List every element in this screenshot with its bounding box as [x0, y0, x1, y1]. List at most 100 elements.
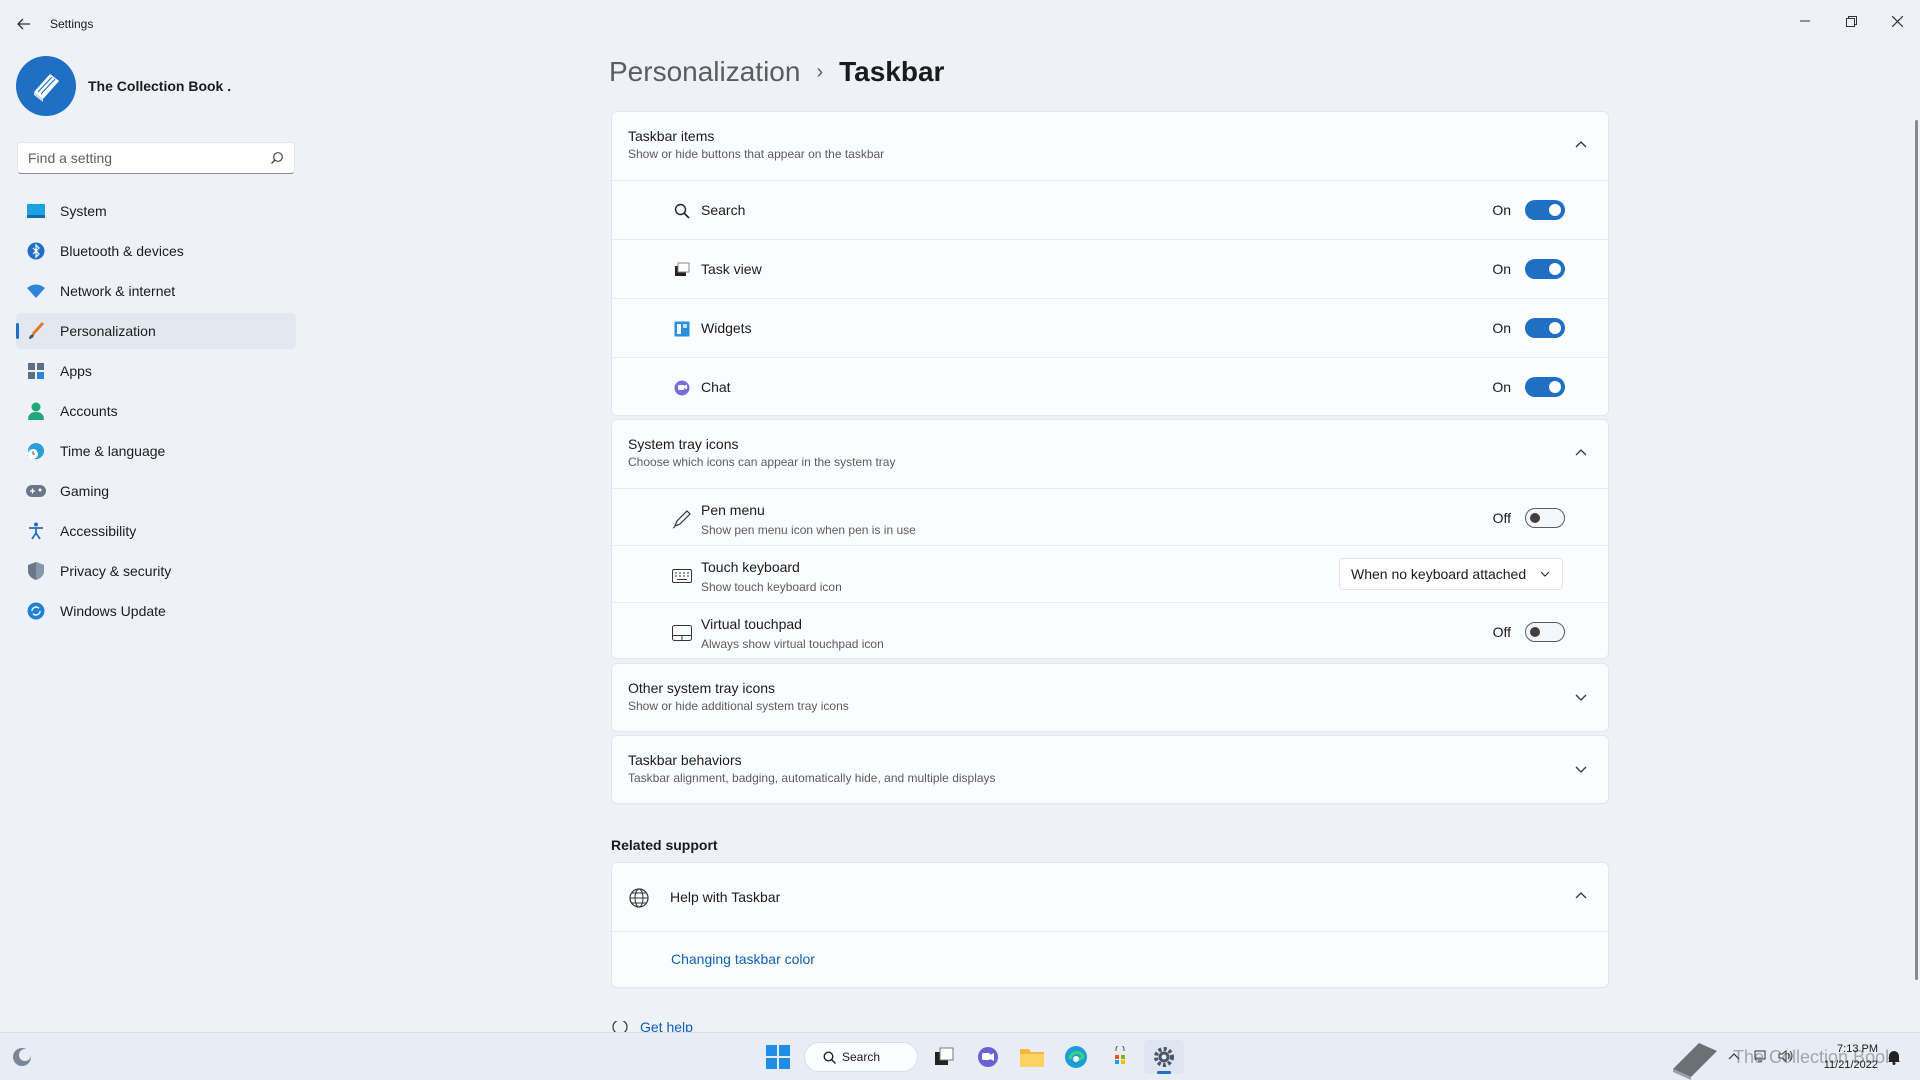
edge-button[interactable]: [1056, 1040, 1096, 1074]
weather-icon[interactable]: [10, 1045, 34, 1069]
scrollbar[interactable]: [1915, 120, 1918, 980]
setting-row-task-view: Task view On: [612, 239, 1608, 298]
toggle-state: Off: [1492, 624, 1511, 640]
breadcrumb: Personalization › Taskbar: [609, 56, 944, 88]
sidebar-item-windows-update[interactable]: Windows Update: [16, 593, 296, 629]
sidebar-item-personalization[interactable]: Personalization: [16, 313, 296, 349]
brush-icon: [26, 321, 46, 341]
sidebar-item-accounts[interactable]: Accounts: [16, 393, 296, 429]
other-tray-header[interactable]: Other system tray icons Show or hide add…: [612, 664, 1608, 732]
setting-description: Always show virtual touchpad icon: [701, 637, 884, 651]
chevron-up-icon[interactable]: [1574, 138, 1588, 152]
setting-row-search: Search On: [612, 180, 1608, 239]
search-icon: [823, 1050, 836, 1064]
sidebar-item-label: Accessibility: [60, 523, 137, 539]
page-title: Taskbar: [839, 56, 945, 87]
setting-label: Search: [701, 202, 746, 218]
sidebar-item-system[interactable]: System: [16, 193, 296, 229]
chat-button[interactable]: [968, 1040, 1008, 1074]
chevron-up-icon[interactable]: [1728, 1051, 1740, 1061]
shield-icon: [26, 561, 46, 581]
sidebar-item-accessibility[interactable]: Accessibility: [16, 513, 296, 549]
taskbar-clock[interactable]: 7:13 PM 11/21/2022: [1812, 1041, 1878, 1073]
file-explorer-button[interactable]: [1012, 1040, 1052, 1074]
profile-name: The Collection Book .: [88, 78, 232, 94]
search-box[interactable]: [17, 142, 295, 174]
other-tray-section[interactable]: Other system tray icons Show or hide add…: [611, 663, 1609, 732]
back-button[interactable]: [12, 12, 36, 36]
volume-icon[interactable]: [1778, 1049, 1794, 1063]
close-button[interactable]: [1874, 6, 1920, 36]
chat-icon: [672, 378, 692, 398]
sidebar-item-network[interactable]: Network & internet: [16, 273, 296, 309]
taskbar-behaviors-section[interactable]: Taskbar behaviors Taskbar alignment, bad…: [611, 735, 1609, 804]
toggle-state: On: [1492, 379, 1511, 395]
pen-icon: [672, 509, 692, 529]
touch-keyboard-dropdown[interactable]: When no keyboard attached: [1339, 558, 1563, 590]
system-tray-header[interactable]: System tray icons Choose which icons can…: [612, 420, 1608, 488]
chevron-up-icon[interactable]: [1574, 446, 1588, 460]
toggle-state: On: [1492, 261, 1511, 277]
task-view-toggle[interactable]: [1525, 259, 1565, 279]
setting-description: Show pen menu icon when pen is in use: [701, 523, 916, 537]
store-icon: [1111, 1046, 1129, 1067]
setting-row-pen-menu: Pen menu Show pen menu icon when pen is …: [612, 488, 1608, 545]
toggle-state: On: [1492, 320, 1511, 336]
taskbar-behaviors-header[interactable]: Taskbar behaviors Taskbar alignment, bad…: [612, 736, 1608, 804]
setting-label: Widgets: [701, 320, 752, 336]
sidebar-item-time-language[interactable]: Time & language: [16, 433, 296, 469]
sidebar-item-bluetooth[interactable]: Bluetooth & devices: [16, 233, 296, 269]
setting-row-touch-keyboard: Touch keyboard Show touch keyboard icon …: [612, 545, 1608, 602]
restore-button[interactable]: [1828, 6, 1874, 36]
pen-menu-toggle[interactable]: [1525, 508, 1565, 528]
breadcrumb-separator: ›: [816, 60, 824, 83]
sidebar-item-label: Personalization: [60, 323, 156, 339]
sidebar-item-label: Windows Update: [60, 603, 166, 619]
gear-icon: [1154, 1047, 1174, 1067]
sidebar-item-apps[interactable]: Apps: [16, 353, 296, 389]
account-icon: [26, 401, 46, 421]
start-button[interactable]: [758, 1040, 798, 1074]
breadcrumb-parent[interactable]: Personalization: [609, 56, 800, 88]
chevron-down-icon[interactable]: [1574, 690, 1588, 704]
book-logo-icon: [34, 74, 59, 102]
widgets-toggle[interactable]: [1525, 318, 1565, 338]
search-icon[interactable]: [270, 151, 284, 165]
sidebar-item-gaming[interactable]: Gaming: [16, 473, 296, 509]
store-button[interactable]: [1100, 1040, 1140, 1074]
taskbar-items-header[interactable]: Taskbar items Show or hide buttons that …: [612, 112, 1608, 180]
virtual-touchpad-toggle[interactable]: [1525, 622, 1565, 642]
apps-icon: [26, 361, 46, 381]
chevron-up-icon[interactable]: [1574, 889, 1588, 903]
notification-bell-icon[interactable]: [1886, 1049, 1902, 1065]
minimize-button[interactable]: [1782, 6, 1828, 36]
help-section: Help with Taskbar: [611, 862, 1609, 988]
minimize-icon: [1800, 20, 1810, 22]
network-icon[interactable]: [1754, 1049, 1770, 1063]
sidebar-item-label: Bluetooth & devices: [60, 243, 184, 259]
widgets-icon: [672, 319, 692, 339]
back-arrow-icon: [17, 18, 30, 30]
task-view-button[interactable]: [924, 1040, 964, 1074]
search-input[interactable]: [18, 143, 248, 173]
section-title: Taskbar items: [628, 128, 715, 144]
chat-toggle[interactable]: [1525, 377, 1565, 397]
changing-taskbar-color-link[interactable]: Changing taskbar color: [671, 951, 815, 967]
touchpad-icon: [672, 623, 692, 643]
setting-label: Pen menu: [701, 502, 765, 518]
dropdown-value: When no keyboard attached: [1351, 566, 1527, 582]
wifi-icon: [26, 281, 46, 301]
sidebar-item-privacy[interactable]: Privacy & security: [16, 553, 296, 589]
taskbar-apps: Search: [758, 1040, 1188, 1074]
taskbar-search[interactable]: Search: [804, 1042, 918, 1072]
globe-icon: [629, 888, 649, 908]
setting-row-widgets: Widgets On: [612, 298, 1608, 357]
sidebar-item-label: Apps: [60, 363, 92, 379]
sidebar-item-label: Privacy & security: [60, 563, 172, 579]
chevron-down-icon[interactable]: [1574, 762, 1588, 776]
settings-button[interactable]: [1144, 1040, 1184, 1074]
help-header[interactable]: Help with Taskbar: [612, 863, 1608, 931]
profile[interactable]: The Collection Book .: [16, 56, 231, 116]
search-toggle[interactable]: [1525, 200, 1565, 220]
sidebar-item-label: Gaming: [60, 483, 110, 499]
